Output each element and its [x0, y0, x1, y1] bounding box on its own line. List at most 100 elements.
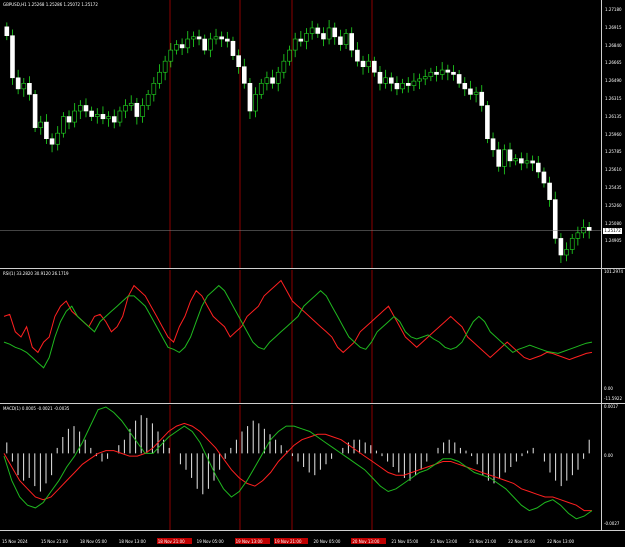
bull-candle [253, 94, 258, 112]
bull-candle [428, 71, 434, 77]
bear-candle [445, 69, 451, 73]
bear-candle [507, 149, 513, 162]
bear-candle [535, 162, 541, 173]
bull-candle [145, 94, 151, 106]
bull-candle [21, 83, 27, 90]
bear-candle [134, 102, 140, 117]
bull-candle [473, 91, 479, 95]
price-chart-pane[interactable]: GBPUSD,H1 1.25268 1.25286 1.25072 1.2517… [0, 0, 601, 268]
bull-candle [151, 83, 157, 95]
rsi-chart[interactable] [0, 270, 601, 403]
bear-candle [83, 105, 89, 112]
bull-candle [140, 105, 145, 117]
price-axis-label: 1.24905 [605, 238, 622, 244]
bear-candle [44, 121, 49, 140]
bear-candle [27, 83, 32, 95]
bear-candle [388, 77, 394, 84]
bear-candle [372, 60, 377, 73]
price-chart[interactable] [0, 0, 601, 268]
bear-candle [298, 38, 304, 42]
bull-candle [123, 105, 128, 112]
macd-axis-bottom: -0.0027 [604, 521, 620, 526]
bear-candle [377, 71, 383, 84]
price-axis-label: 1.25610 [605, 167, 622, 173]
price-axis-label: 1.26135 [605, 113, 622, 119]
time-axis-label: 20 Nov 13:00 [352, 539, 380, 544]
pane-divider[interactable] [0, 268, 625, 269]
bull-candle [417, 78, 422, 82]
bear-candle [541, 171, 547, 184]
bear-candle [558, 238, 564, 256]
bull-candle [157, 71, 162, 84]
pane-divider[interactable] [0, 403, 625, 404]
bear-candle [355, 49, 360, 62]
bull-candle [383, 77, 388, 84]
time-axis-label: 15 Nov 2024 [2, 539, 28, 544]
macd-pane[interactable]: MACD(1) 0.0005 -0.0021 -0.0035 [0, 405, 601, 530]
bear-candle [462, 83, 468, 90]
bear-candle [552, 199, 558, 239]
bear-candle [338, 36, 343, 45]
price-axis-label: 1.25785 [605, 149, 622, 155]
rsi-red-line [3, 279, 593, 361]
bear-candle [10, 35, 15, 79]
bear-candle [451, 71, 456, 75]
bull-candle [191, 36, 196, 40]
bull-candle [513, 158, 518, 162]
bear-candle [586, 227, 592, 231]
time-axis-label: 19 Nov 05:00 [196, 539, 224, 544]
macd-green-line [3, 406, 593, 520]
bear-candle [434, 71, 439, 75]
time-axis-label: 18 Nov 21:00 [157, 539, 185, 544]
bear-candle [270, 77, 275, 84]
bear-candle [349, 33, 355, 51]
bull-candle [264, 77, 270, 84]
bull-candle [575, 232, 581, 239]
price-axis-label: 1.27180 [605, 7, 622, 12]
bull-candle [524, 160, 530, 164]
bear-candle [89, 110, 94, 117]
bear-candle [236, 55, 241, 68]
bull-candle [72, 110, 77, 123]
bull-candle [168, 49, 174, 62]
bull-candle [117, 110, 123, 123]
bear-candle [496, 149, 502, 167]
rsi-pane[interactable]: RSI(1) 33.2820 30.9120 26.1719 [0, 270, 601, 403]
bear-candle [241, 66, 247, 84]
bear-candle [202, 38, 208, 51]
rsi-axis-bottom: -11.5922 [604, 396, 622, 401]
bear-candle [490, 138, 496, 151]
time-axis-label: 22 Nov 13:00 [547, 539, 575, 544]
bull-candle [292, 38, 298, 51]
bear-candle [219, 36, 224, 40]
time-axis-label: 19 Nov 21:00 [274, 539, 302, 544]
bear-candle [479, 91, 485, 106]
bear-candle [196, 36, 202, 40]
bull-candle [185, 38, 191, 49]
price-axis[interactable]: 1.27180 1.26915 1.26840 1.26665 1.26490 1.263… [601, 0, 625, 530]
bull-candle [174, 44, 179, 51]
bear-candle [332, 27, 338, 38]
bear-candle [15, 77, 21, 90]
bear-candle [456, 74, 462, 84]
bear-candle [405, 83, 411, 86]
macd-axis-mid: 0.00 [604, 453, 613, 458]
bull-candle [309, 27, 315, 34]
macd-chart[interactable] [0, 405, 601, 530]
bear-candle [4, 26, 10, 36]
bull-candle [422, 76, 428, 80]
current-price-tag: 1.25172 [603, 228, 622, 234]
bull-candle [581, 227, 586, 234]
rsi-axis-top: 101.2974 [604, 269, 624, 274]
time-axis-label: 21 Nov 21:00 [469, 539, 497, 544]
bull-candle [78, 105, 83, 112]
bear-candle [230, 40, 236, 56]
bear-candle [519, 158, 524, 164]
bull-candle [106, 116, 111, 120]
bull-candle [502, 149, 507, 167]
bear-candle [394, 83, 400, 90]
bull-candle [55, 132, 61, 145]
time-axis[interactable]: 15 Nov 2024 15 Nov 21:00 18 Nov 05:00 18 No… [0, 530, 625, 547]
bear-candle [32, 94, 38, 128]
bull-candle [400, 83, 405, 90]
